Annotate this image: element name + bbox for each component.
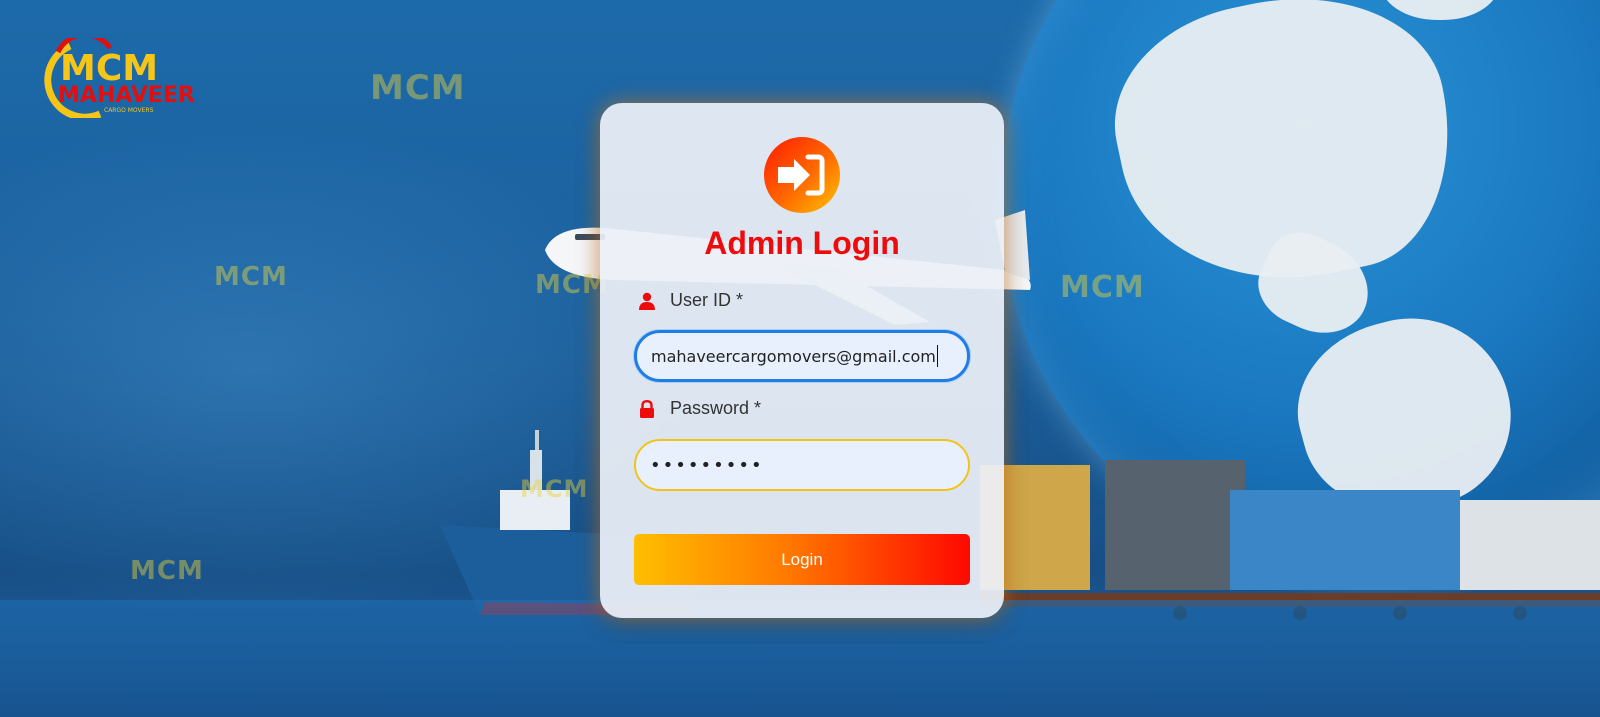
user-id-label-text: User ID *	[670, 290, 744, 310]
password-value: •••••••••	[650, 454, 764, 476]
logo-watermark: MCM	[214, 262, 288, 292]
password-label: Password *	[638, 398, 761, 419]
user-id-value: mahaveercargomovers@gmail.com	[651, 346, 936, 366]
logo-watermark: MCM	[535, 270, 609, 300]
login-button[interactable]: Login	[634, 534, 970, 585]
text-caret	[936, 345, 938, 367]
logo-tagline: CARGO MOVERS	[104, 107, 154, 114]
password-input[interactable]: •••••••••	[634, 439, 970, 491]
logo-watermark: MCM	[130, 556, 204, 586]
logo-watermark: MCM	[1060, 270, 1145, 305]
logo-watermark: MCM	[370, 68, 466, 108]
user-id-input[interactable]: mahaveercargomovers@gmail.com	[634, 330, 970, 382]
logo-watermark: MCM	[520, 475, 589, 503]
user-id-label: User ID *	[638, 290, 743, 311]
user-icon	[638, 292, 656, 310]
password-label-text: Password *	[670, 398, 762, 418]
page-title: Admin Login	[704, 225, 900, 261]
logo-text-bottom: MAHAVEER	[58, 83, 195, 108]
mahaveer-logo: MCM MAHAVEER CARGO MOVERS	[44, 38, 195, 118]
lock-icon	[638, 399, 656, 418]
greenland-shape	[1380, 0, 1500, 20]
sign-in-icon	[764, 137, 840, 213]
login-card: Admin Login User ID * mahaveercargomover…	[600, 103, 1004, 618]
